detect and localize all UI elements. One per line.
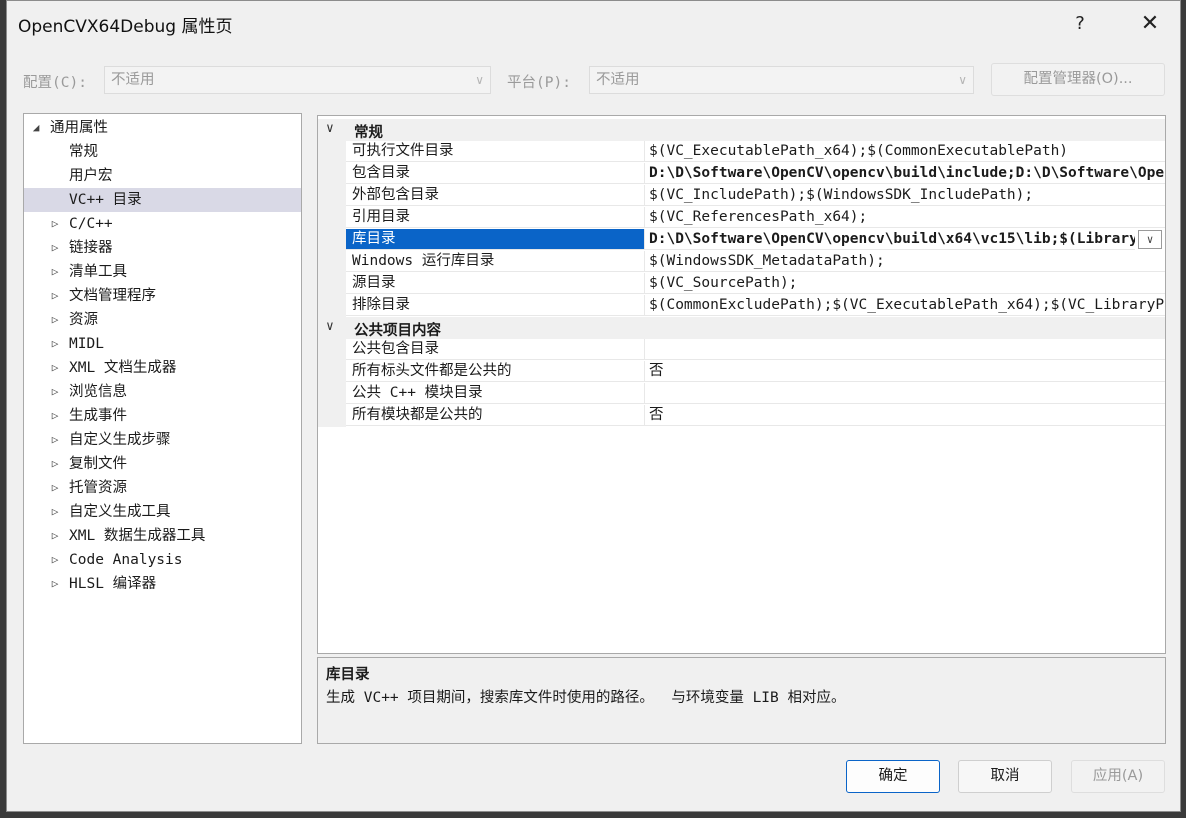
tree-item-custom-build-step[interactable]: ▷ 自定义生成步骤 bbox=[24, 428, 301, 452]
tree-item-manifest-tool[interactable]: ▷ 清单工具 bbox=[24, 260, 301, 284]
description-text: 生成 VC++ 项目期间，搜索库文件时使用的路径。 与环境变量 LIB 相对应。 bbox=[326, 690, 846, 706]
close-button[interactable]: ✕ bbox=[1127, 7, 1173, 41]
chevron-down-icon: ∨ bbox=[958, 73, 967, 87]
chevron-down-icon: ∨ bbox=[475, 73, 484, 87]
property-row-winrt-dirs[interactable]: Windows 运行库目录 $(WindowsSDK_MetadataPath); bbox=[318, 251, 1165, 273]
tree-item-browse-info[interactable]: ▷ 浏览信息 bbox=[24, 380, 301, 404]
tree-item-code-analysis[interactable]: ▷ Code Analysis bbox=[24, 548, 301, 572]
category-public-project-content[interactable]: ∨ 公共项目内容 bbox=[318, 317, 1165, 339]
value-dropdown-button[interactable]: ∨ bbox=[1138, 230, 1162, 249]
property-row-public-include-dirs[interactable]: 公共包含目录 bbox=[318, 339, 1165, 361]
collapsed-triangle-icon[interactable]: ▷ bbox=[49, 260, 61, 284]
tree-item-hlsl-compiler[interactable]: ▷ HLSL 编译器 bbox=[24, 572, 301, 596]
collapsed-triangle-icon[interactable]: ▷ bbox=[49, 428, 61, 452]
tree-item-midl[interactable]: ▷ MIDL bbox=[24, 332, 301, 356]
tree-item-managed-resources[interactable]: ▷ 托管资源 bbox=[24, 476, 301, 500]
tree-item-resources[interactable]: ▷ 资源 bbox=[24, 308, 301, 332]
window-title: OpenCVX64Debug 属性页 bbox=[18, 17, 233, 37]
property-grid[interactable]: ∨ 常规 可执行文件目录 $(VC_ExecutablePath_x64);$(C… bbox=[317, 115, 1166, 654]
tree-item-c-cpp[interactable]: ▷ C/C++ bbox=[24, 212, 301, 236]
property-row-all-headers-public[interactable]: 所有标头文件都是公共的否 bbox=[318, 361, 1165, 383]
chevron-down-icon: ∨ bbox=[1146, 233, 1154, 246]
platform-combo[interactable]: 不适用 ∨ bbox=[589, 66, 974, 94]
chevron-down-icon[interactable]: ∨ bbox=[326, 121, 334, 136]
collapsed-triangle-icon[interactable]: ▷ bbox=[49, 332, 61, 356]
property-row-external-include-dirs[interactable]: 外部包含目录 $(VC_IncludePath);$(WindowsSDK_Inc… bbox=[318, 185, 1165, 207]
tree-item-general[interactable]: 常规 bbox=[24, 140, 301, 164]
config-label: 配置(C): bbox=[23, 75, 87, 91]
collapsed-triangle-icon[interactable]: ▷ bbox=[49, 452, 61, 476]
property-pages-dialog: OpenCVX64Debug 属性页 ? ✕ 配置(C): 不适用 ∨ 平台(P… bbox=[6, 0, 1181, 812]
tree-item-linker[interactable]: ▷ 链接器 bbox=[24, 236, 301, 260]
property-row-reference-dirs[interactable]: 引用目录 $(VC_ReferencesPath_x64); bbox=[318, 207, 1165, 229]
config-value: 不适用 bbox=[111, 72, 155, 88]
apply-button[interactable]: 应用(A) bbox=[1071, 760, 1165, 793]
config-manager-button[interactable]: 配置管理器(O)... bbox=[991, 63, 1165, 96]
tree-item-custom-build-tool[interactable]: ▷ 自定义生成工具 bbox=[24, 500, 301, 524]
collapsed-triangle-icon[interactable]: ▷ bbox=[49, 236, 61, 260]
category-general[interactable]: ∨ 常规 bbox=[318, 119, 1165, 141]
collapsed-triangle-icon[interactable]: ▷ bbox=[49, 308, 61, 332]
collapsed-triangle-icon[interactable]: ▷ bbox=[49, 356, 61, 380]
config-combo[interactable]: 不适用 ∨ bbox=[104, 66, 491, 94]
property-row-all-modules-public[interactable]: 所有模块都是公共的否 bbox=[318, 405, 1165, 427]
property-row-library-dirs[interactable]: 库目录 D:\D\Software\OpenCV\opencv\build\x6… bbox=[318, 229, 1165, 251]
description-title: 库目录 bbox=[326, 667, 370, 683]
property-row-exclude-dirs[interactable]: 排除目录 $(CommonExcludePath);$(VC_Executable… bbox=[318, 295, 1165, 317]
expanded-triangle-icon[interactable]: ◢ bbox=[30, 116, 42, 140]
property-row-executable-dirs[interactable]: 可执行文件目录 $(VC_ExecutablePath_x64);$(Common… bbox=[318, 141, 1165, 163]
cancel-button[interactable]: 取消 bbox=[958, 760, 1052, 793]
platform-value: 不适用 bbox=[596, 72, 640, 88]
tree-item-common-properties[interactable]: ◢ 通用属性 bbox=[24, 116, 301, 140]
chevron-down-icon[interactable]: ∨ bbox=[326, 319, 334, 334]
collapsed-triangle-icon[interactable]: ▷ bbox=[49, 500, 61, 524]
collapsed-triangle-icon[interactable]: ▷ bbox=[49, 548, 61, 572]
ok-button[interactable]: 确定 bbox=[846, 760, 940, 793]
collapsed-triangle-icon[interactable]: ▷ bbox=[49, 476, 61, 500]
property-row-source-dirs[interactable]: 源目录 $(VC_SourcePath); bbox=[318, 273, 1165, 295]
collapsed-triangle-icon[interactable]: ▷ bbox=[49, 284, 61, 308]
property-row-public-cpp-module-dirs[interactable]: 公共 C++ 模块目录 bbox=[318, 383, 1165, 405]
tree-item-copy-files[interactable]: ▷ 复制文件 bbox=[24, 452, 301, 476]
platform-label: 平台(P): bbox=[507, 75, 571, 91]
description-panel: 库目录 生成 VC++ 项目期间，搜索库文件时使用的路径。 与环境变量 LIB … bbox=[317, 657, 1166, 744]
collapsed-triangle-icon[interactable]: ▷ bbox=[49, 212, 61, 236]
property-row-include-dirs[interactable]: 包含目录 D:\D\Software\OpenCV\opencv\build\in… bbox=[318, 163, 1165, 185]
collapsed-triangle-icon[interactable]: ▷ bbox=[49, 524, 61, 548]
collapsed-triangle-icon[interactable]: ▷ bbox=[49, 404, 61, 428]
help-button[interactable]: ? bbox=[1057, 7, 1103, 41]
tree-item-xml-data-generator[interactable]: ▷ XML 数据生成器工具 bbox=[24, 524, 301, 548]
collapsed-triangle-icon[interactable]: ▷ bbox=[49, 572, 61, 596]
tree-item-xdc[interactable]: ▷ 文档管理程序 bbox=[24, 284, 301, 308]
tree-item-vc-directories[interactable]: VC++ 目录 bbox=[24, 188, 301, 212]
tree-item-user-macros[interactable]: 用户宏 bbox=[24, 164, 301, 188]
tree-item-build-events[interactable]: ▷ 生成事件 bbox=[24, 404, 301, 428]
title-bar[interactable]: OpenCVX64Debug 属性页 ? ✕ bbox=[7, 1, 1180, 47]
collapsed-triangle-icon[interactable]: ▷ bbox=[49, 380, 61, 404]
category-tree[interactable]: ◢ 通用属性 常规 用户宏 VC++ 目录 ▷ C/C++ ▷ 链接器 ▷ 清单工具 … bbox=[23, 113, 302, 744]
tree-item-xml-doc-generator[interactable]: ▷ XML 文档生成器 bbox=[24, 356, 301, 380]
